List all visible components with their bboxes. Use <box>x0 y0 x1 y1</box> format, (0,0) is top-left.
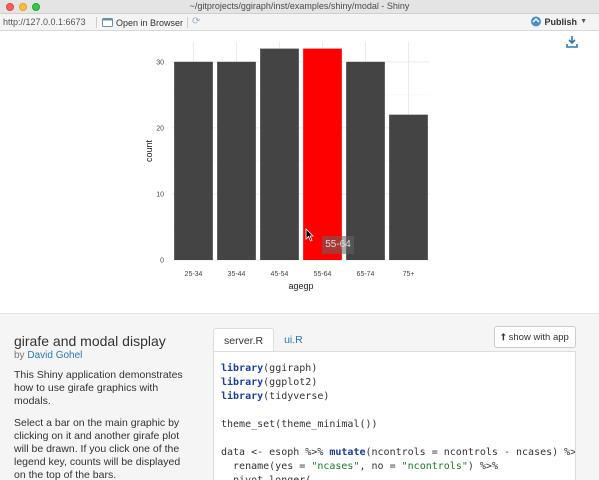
toolbar-divider <box>187 17 188 28</box>
x-tick-label: 55-64 <box>314 271 332 278</box>
bar-75+[interactable] <box>389 114 428 261</box>
publish-icon <box>530 16 541 27</box>
code-panel: library(ggiraph) library(ggplot2) library(… <box>213 351 576 480</box>
arrow-up-icon: ⭡ <box>501 331 506 343</box>
app-description: This Shiny application demonstrates how … <box>14 369 183 407</box>
y-tick-label: 10 <box>156 191 164 198</box>
toolbar-divider <box>96 17 97 28</box>
open-in-browser-button[interactable]: Open in Browser <box>102 16 183 29</box>
app-info-panel: girafe and modal display by David Gohel … <box>0 313 599 480</box>
bar-35-44[interactable] <box>217 61 256 261</box>
code-line: theme_set(theme_minimal()) <box>221 418 575 432</box>
shiny-window: ~/gitprojects/ggiraph/inst/examples/shin… <box>0 0 599 480</box>
bar-45-54[interactable] <box>260 48 299 260</box>
code-token: (ggplot2) <box>263 377 318 388</box>
publish-button[interactable]: Publish ▼ <box>530 16 587 27</box>
code-token: library <box>221 363 264 374</box>
code-line: library(tidyverse) <box>221 390 575 404</box>
app-instructions: Select a bar on the main graphic by clic… <box>14 417 181 480</box>
by-label: by <box>14 350 25 361</box>
code-token: theme_set(theme_minimal()) <box>221 419 378 430</box>
code-line: library(ggiraph) <box>221 362 575 376</box>
code-token: (ncontrols = ncontrols - ncases) %>% <box>365 447 576 458</box>
code-block: library(ggiraph) library(ggplot2) library(… <box>221 362 576 480</box>
byline: by David Gohel <box>14 350 82 361</box>
code-token: library <box>221 391 264 402</box>
code-token: data <- esoph %>% <box>221 447 330 458</box>
code-line: data <- esoph %>% mutate(ncontrols = nco… <box>221 446 576 460</box>
tab-server-r[interactable]: server.R <box>213 328 275 352</box>
y-tick-label: 30 <box>156 59 164 66</box>
app-title: girafe and modal display <box>14 333 166 349</box>
x-tick-label: 45-54 <box>271 271 289 278</box>
bar-chart: 25-34 35-44 45-54 55-64 65-74 75+ 0 10 20 30 agegp… <box>144 42 430 291</box>
viewer-toolbar: http://127.0.0.1:6673 Open in Browser ⟳ … <box>0 14 599 31</box>
open-in-browser-label: Open in Browser <box>116 17 184 28</box>
code-line: pivot_longer( <box>221 474 575 480</box>
browser-icon <box>102 18 113 27</box>
url-label: http://127.0.0.1:6673 <box>3 17 86 27</box>
bar-25-34[interactable] <box>174 61 213 261</box>
code-token: ) %>% <box>467 461 498 472</box>
x-tick-label: 65-74 <box>357 271 375 278</box>
show-with-app-button[interactable]: ⭡ show with app <box>494 326 576 348</box>
window-title: ~/gitprojects/ggiraph/inst/examples/shin… <box>189 1 410 11</box>
refresh-icon[interactable]: ⟳ <box>192 16 204 28</box>
y-axis-title: count <box>144 139 154 162</box>
x-axis-title: agegp <box>288 281 313 291</box>
mouse-cursor-icon <box>305 228 314 242</box>
code-token: (ggiraph) <box>263 363 318 374</box>
tab-ui-r[interactable]: ui.R <box>274 328 313 352</box>
y-tick-label: 20 <box>156 125 164 132</box>
show-with-app-label: show with app <box>508 331 569 343</box>
code-line: rename(yes = "ncases", no = "ncontrols")… <box>221 460 575 474</box>
chevron-down-icon: ▼ <box>580 18 587 25</box>
x-tick-label: 75+ <box>403 271 415 278</box>
code-token: pivot_longer( <box>221 475 311 480</box>
bar-tooltip: 55-64 <box>322 236 354 254</box>
publish-label: Publish <box>544 16 578 27</box>
code-tabs: server.R ui.R <box>213 328 313 352</box>
title-bar: ~/gitprojects/ggiraph/inst/examples/shin… <box>0 0 599 14</box>
code-token: rename(yes = <box>221 461 312 472</box>
x-tick-label: 25-34 <box>185 271 203 278</box>
y-tick-label: 0 <box>160 258 164 265</box>
code-token: mutate <box>329 447 366 458</box>
download-icon[interactable] <box>566 35 578 48</box>
author-link[interactable]: David Gohel <box>27 350 82 361</box>
code-token: "ncontrols" <box>401 461 468 472</box>
code-token: library <box>221 377 264 388</box>
bar-65-74[interactable] <box>346 61 385 261</box>
code-token: "ncases" <box>311 461 360 472</box>
x-tick-label: 35-44 <box>228 271 246 278</box>
code-token: , no = <box>359 461 402 472</box>
code-token: (tidyverse) <box>263 391 330 402</box>
code-line: library(ggplot2) <box>221 376 575 390</box>
